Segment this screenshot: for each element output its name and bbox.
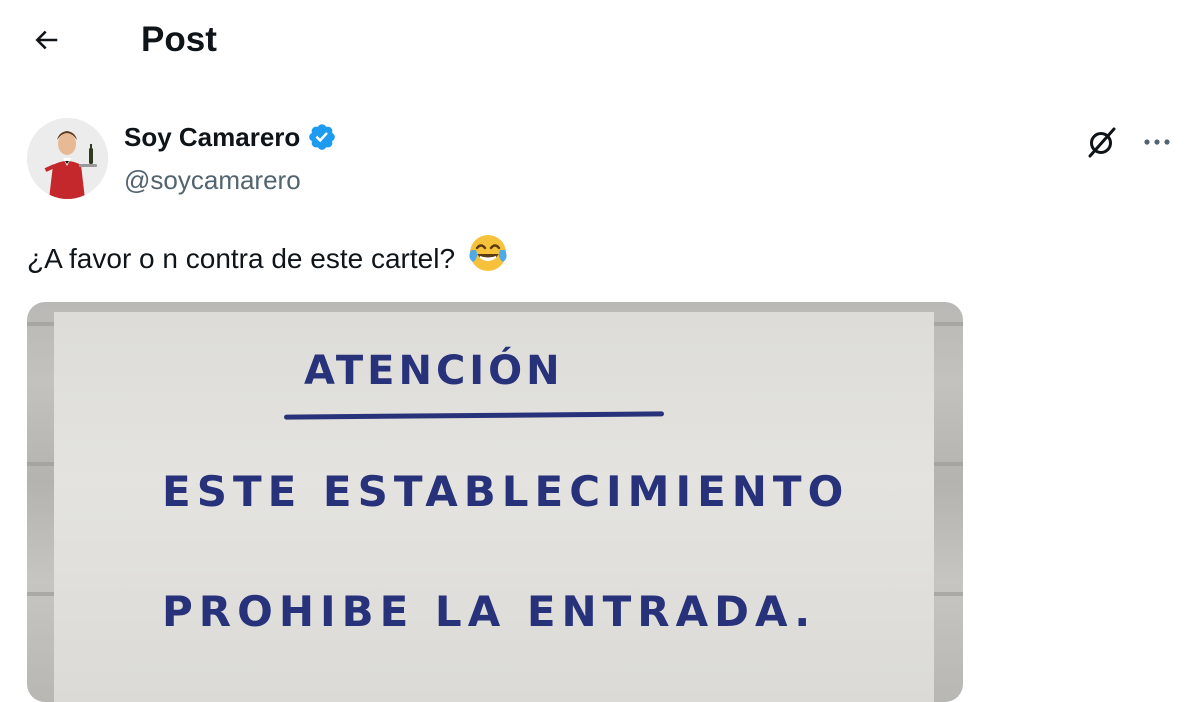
avatar[interactable] — [27, 118, 108, 199]
sign-underline — [283, 411, 665, 420]
waiter-illustration — [27, 118, 108, 199]
post-image[interactable]: ATENCIÓN ESTE ESTABLECIMIENTO PROHIBE LA… — [27, 302, 963, 702]
arrow-left-icon — [35, 30, 58, 50]
author-name-row[interactable]: Soy Camarero — [124, 120, 337, 154]
top-bar: Post — [0, 0, 1200, 84]
sign-line-1: ESTE ESTABLECIMIENTO — [162, 467, 850, 516]
tears-of-joy-emoji-icon — [467, 232, 509, 285]
back-button[interactable] — [24, 20, 68, 60]
post-text: ¿A favor o n contra de este cartel? — [27, 232, 509, 285]
page-title: Post — [141, 20, 217, 59]
paper-sign: ATENCIÓN ESTE ESTABLECIMIENTO PROHIBE LA… — [54, 312, 934, 702]
verified-badge-icon — [309, 124, 336, 150]
grok-icon — [1088, 127, 1116, 158]
sign-title: ATENCIÓN — [304, 348, 564, 394]
more-options-button[interactable] — [1135, 120, 1179, 164]
more-icon — [1144, 139, 1170, 145]
author-name: Soy Camarero — [124, 122, 301, 152]
post-text-body: ¿A favor o n contra de este cartel? — [27, 242, 456, 274]
grok-button[interactable] — [1080, 120, 1124, 164]
sign-line-2: PROHIBE LA ENTRADA. — [162, 587, 817, 636]
author-handle[interactable]: @soycamarero — [124, 163, 301, 197]
